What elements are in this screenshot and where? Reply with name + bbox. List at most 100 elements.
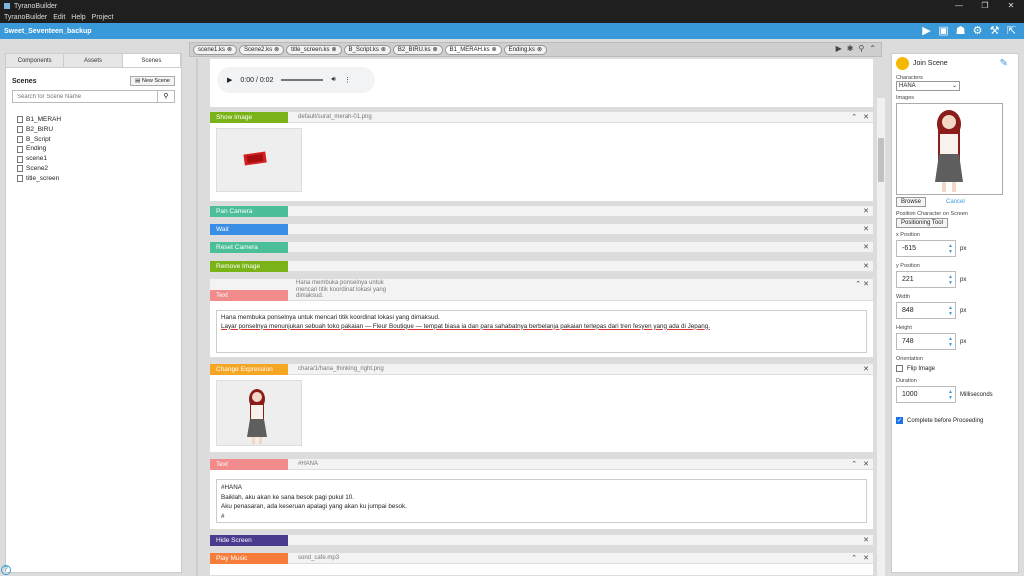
scene-item[interactable]: B2_BIRU [17,125,181,135]
zoom-icon[interactable]: ⚲ [858,44,864,53]
play-music-block[interactable]: ♪ Play Music sond_cafe.mp3 ⌃✕ [209,552,874,576]
audio-player[interactable]: ▶ 0:00 / 0:02 🔊︎ ⋮ [217,67,375,93]
complete-before-proceeding-checkbox[interactable]: ✓ Complete before Proceeding [896,417,1014,424]
text-editor[interactable]: #HANA Baiklah, aku akan ke sana besok pa… [216,479,867,523]
menu-edit[interactable]: Edit [53,14,65,21]
collapse-icon[interactable]: ⌃ [851,461,857,468]
menu-help[interactable]: Help [71,14,85,21]
play-icon[interactable]: ▶ [918,25,935,37]
delete-icon[interactable]: ✕ [863,263,869,270]
pan-camera-block[interactable]: ▣ Pan Camera✕ [209,205,874,218]
build-icon[interactable]: ⚒ [986,25,1003,37]
duration-input[interactable]: 1000 ▲ ▼ [896,386,956,403]
text-block[interactable]: T Text #HANA ⌃✕ #HANA Baiklah, aku akan … [209,458,874,530]
collapse-icon[interactable]: ⌃ [855,281,861,288]
export-icon[interactable]: ⇱ [1003,25,1020,37]
orientation-label: Orientation [896,356,923,362]
delete-icon[interactable]: ✕ [863,244,869,251]
checkbox-checked[interactable]: ✓ [896,417,903,424]
scene-search-input[interactable] [12,90,158,103]
delete-icon[interactable]: ✕ [863,537,869,544]
help-icon[interactable]: ? [1,565,11,575]
delete-icon[interactable]: ✕ [863,555,869,562]
text-editor[interactable]: Hana membuka ponselnya untuk mencari tit… [216,310,867,353]
positioning-tool-button[interactable]: Positioning Tool [896,218,948,228]
height-input[interactable]: 748 ▲ ▼ [896,333,956,350]
tab-assets[interactable]: Assets [64,54,123,67]
gear-icon[interactable]: ⚙ [969,25,986,37]
save-icon[interactable]: ▣ [935,25,952,37]
scene-item[interactable]: scene1 [17,154,181,164]
wait-block[interactable]: ◷ Wait✕ [209,223,874,236]
new-scene-button[interactable]: ▤ New Scene [130,76,175,86]
properties-panel: Join Scene ✎ Characters HANA ⌄ Images Bro… [891,53,1019,573]
x-position-input[interactable]: -615 ▲ ▼ [896,240,956,257]
debug-icon[interactable]: ✱ [847,44,854,53]
tab-components[interactable]: Components [6,54,65,67]
text-block[interactable]: T Text Hana membuka ponselnya untuk menc… [209,278,874,358]
stepper-icon[interactable]: ▲ ▼ [948,243,953,255]
close-button[interactable]: ✕ [998,0,1024,12]
collapse-icon[interactable]: ⌃ [851,114,857,121]
scene-item[interactable]: Scene2 [17,164,181,174]
stepper-icon[interactable]: ▲ ▼ [948,274,953,286]
tab-b-script[interactable]: B_Script.ks ⊗ [343,44,391,55]
delete-icon[interactable]: ✕ [863,208,869,215]
chevron-down-icon: ⌄ [951,83,957,89]
more-icon[interactable]: ⋮ [344,76,351,84]
show-image-block[interactable]: ▦ Show Image default/surat_merah-01.png … [209,111,874,202]
change-expression-block[interactable]: ☺ Change Expression chara/1/hana_thinkin… [209,363,874,453]
audio-play-icon[interactable]: ▶ [227,76,232,84]
reset-camera-block[interactable]: ▣ Reset Camera✕ [209,241,874,254]
stepper-icon[interactable]: ▲ ▼ [948,305,953,317]
minimize-button[interactable]: — [946,0,972,12]
tab-b1-merah[interactable]: B1_MERAH.ks ⊗ [444,44,502,55]
character-preview-image [935,110,963,192]
block-param: chara/1/hana_thinking_right.png [298,366,384,372]
scene-item[interactable]: Ending [17,144,181,154]
cancel-link[interactable]: Cancel [946,199,965,205]
scrollbar-thumb[interactable] [878,138,884,182]
tab-title-screen[interactable]: title_screen.ks ⊗ [286,44,342,55]
characters-icon[interactable]: ☗ [952,25,969,37]
hide-screen-block[interactable]: ▼ Hide Screen✕ [209,534,874,547]
maximize-button[interactable]: ❐ [972,0,998,12]
block-label: Text [210,290,288,301]
flip-image-checkbox[interactable]: Flip Image [896,365,1014,372]
audio-seek-bar[interactable] [281,79,324,81]
tab-ending[interactable]: Ending.ks ⊗ [503,44,548,55]
delete-icon[interactable]: ✕ [863,114,869,121]
delete-icon[interactable]: ✕ [863,461,869,468]
remove-image-block[interactable]: ▦ Remove Image✕ [209,260,874,273]
character-select[interactable]: HANA ⌄ [896,81,960,91]
tab-scene1[interactable]: scene1.ks ⊗ [193,44,238,55]
browse-button[interactable]: Browse [896,197,927,207]
volume-icon[interactable]: 🔊︎ [331,76,335,84]
preview-play-icon[interactable]: ▶ [836,44,842,53]
search-icon[interactable]: ⚲ [158,90,175,103]
menu-tyranobuilder[interactable]: TyranoBuilder [4,14,47,21]
delete-icon[interactable]: ✕ [863,281,869,288]
menu-project[interactable]: Project [92,14,114,21]
position-label: Position Character on Screen [896,211,968,217]
tab-scenes[interactable]: Scenes [122,54,181,67]
tab-scene2[interactable]: Scene2.ks ⊗ [239,44,285,55]
delete-icon[interactable]: ✕ [863,226,869,233]
scene-item[interactable]: B_Script [17,135,181,145]
y-position-input[interactable]: 221 ▲ ▼ [896,271,956,288]
play-sound-block[interactable]: ▶ 0:00 / 0:02 🔊︎ ⋮ [209,58,874,108]
pin-icon[interactable]: ✎ [1000,58,1008,69]
file-icon [17,155,23,163]
checkbox[interactable] [896,365,903,372]
scene-item[interactable]: title_screen [17,174,181,184]
collapse-icon[interactable]: ⌃ [851,555,857,562]
width-input[interactable]: 848 ▲ ▼ [896,302,956,319]
block-label: Play Music [210,552,288,564]
scene-item[interactable]: B1_MERAH [17,115,181,125]
collapse-icon[interactable]: ⌃ [869,44,876,53]
editor-scrollbar[interactable] [877,98,885,576]
stepper-icon[interactable]: ▲ ▼ [948,336,953,348]
tab-b2-biru[interactable]: B2_BIRU.ks ⊗ [392,44,443,55]
delete-icon[interactable]: ✕ [863,366,869,373]
stepper-icon[interactable]: ▲ ▼ [948,389,953,401]
